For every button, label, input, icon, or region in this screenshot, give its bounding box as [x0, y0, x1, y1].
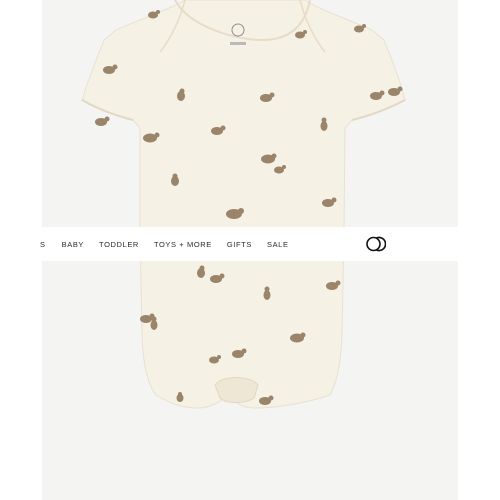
nav-item-gifts[interactable]: GIFTS: [227, 240, 252, 249]
bodysuit-snap-panel: [214, 377, 259, 403]
brand-logo-icon[interactable]: [366, 235, 386, 253]
nav-items: S BABY TODDLER TOYS + MORE GIFTS SALE: [0, 227, 300, 261]
product-page: S BABY TODDLER TOYS + MORE GIFTS SALE: [0, 0, 500, 500]
main-navigation-bar: S BABY TODDLER TOYS + MORE GIFTS SALE: [0, 227, 458, 261]
nav-item-sale[interactable]: SALE: [267, 240, 289, 249]
nav-item-clipped[interactable]: S: [40, 240, 46, 249]
bear-icon: [150, 316, 158, 330]
nav-item-toys-more[interactable]: TOYS + MORE: [154, 240, 212, 249]
bear-icon: [320, 117, 328, 131]
bodysuit-shape: [81, 0, 406, 409]
bear-icon: [263, 286, 271, 300]
bear-icon: [95, 116, 110, 126]
nav-item-toddler[interactable]: TODDLER: [99, 240, 139, 249]
nav-item-baby[interactable]: BABY: [62, 240, 84, 249]
